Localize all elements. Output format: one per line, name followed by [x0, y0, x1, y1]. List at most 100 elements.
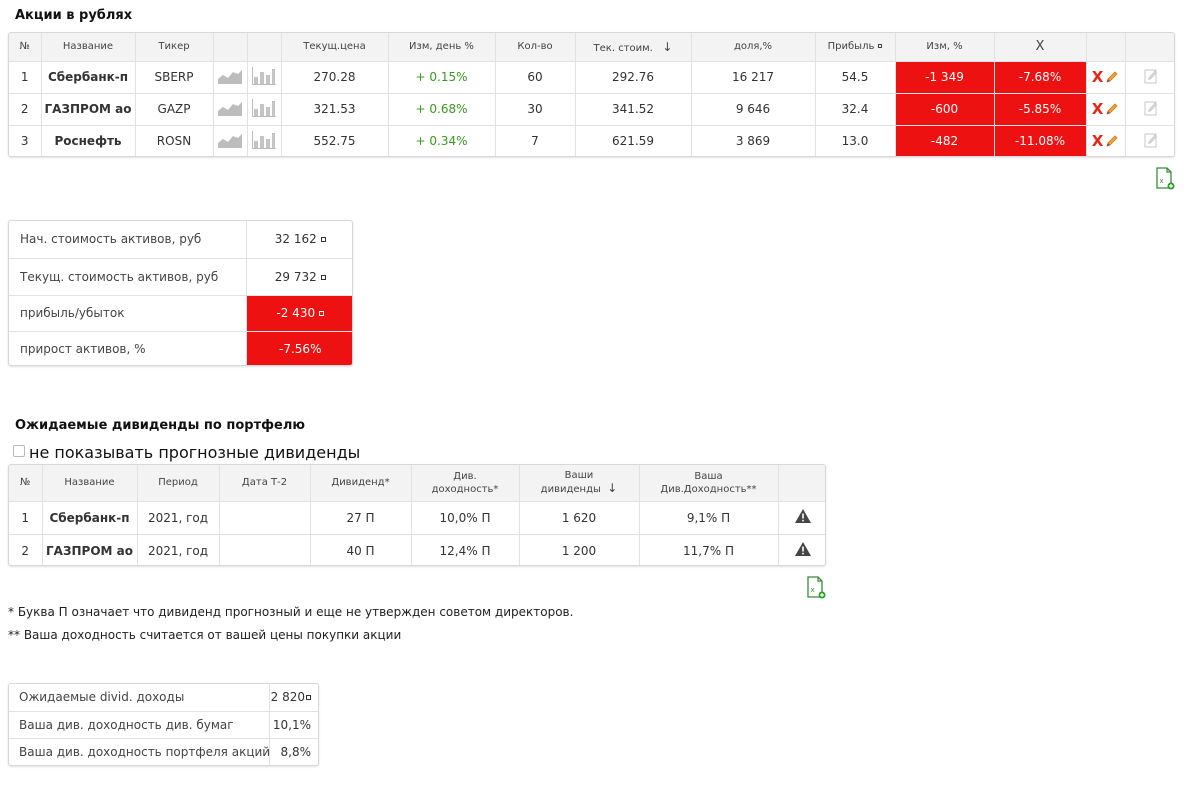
delete-button[interactable]: X [1092, 100, 1104, 118]
stock-name[interactable]: Роснефть [40, 124, 136, 156]
stock-change-day: + 0.68% [387, 92, 496, 126]
div-header-dividend[interactable]: Дивиденд* [309, 465, 412, 502]
bar-chart-icon[interactable] [246, 61, 282, 94]
excel-export-icon[interactable]: x [806, 576, 826, 599]
stock-profit: -600 [894, 92, 995, 126]
div-summary-label: Ваша див. доходность портфеля акций [9, 737, 270, 765]
stocks-table-panel: № Название Тикер Текущ.цена Изм, день % … [8, 32, 1175, 157]
warning-icon[interactable] [777, 533, 825, 565]
div-num: 1 [9, 501, 43, 535]
stock-change: -5.85% [993, 92, 1087, 126]
div-header-yield-2: доходность* [431, 483, 499, 495]
div-summary-value: 8,8% [268, 737, 318, 765]
ruble-icon [319, 311, 325, 316]
div-name[interactable]: Сбербанк-п [41, 501, 138, 535]
header-profit-label: Прибыль [827, 41, 875, 53]
dividend-row: 1 Сбербанк-п 2021, год 27 П 10,0% П1 620 9,1%… [9, 501, 825, 535]
stock-change: -11.08% [993, 124, 1087, 156]
stock-ticker[interactable]: ROSN [134, 124, 214, 156]
footnote-yield: ** Ваша доходность считается от вашей це… [8, 628, 402, 642]
div-header-your[interactable]: Ваши дивиденды ↓ [518, 465, 640, 502]
summary-label: прибыль/убыток [9, 294, 247, 332]
hide-forecast-checkbox[interactable] [13, 445, 25, 457]
excel-export-icon[interactable]: x [1155, 167, 1175, 190]
header-profit[interactable]: Прибыль [814, 33, 896, 62]
header-name[interactable]: Название [40, 33, 136, 62]
stock-ticker[interactable]: GAZP [134, 92, 214, 126]
stock-name[interactable]: Сбербанк-п [40, 61, 136, 94]
div-summary-value-text: 10,1% [272, 717, 311, 732]
div-header-blank [777, 465, 825, 502]
header-x: X [993, 33, 1087, 62]
header-qty[interactable]: Кол-во [494, 33, 576, 62]
div-header-yield-1: Див. [453, 470, 477, 482]
area-chart-icon[interactable] [212, 124, 248, 156]
delete-button[interactable]: X [1092, 68, 1104, 86]
summary-value-text: 29 732 [274, 269, 317, 284]
header-change-day[interactable]: Изм, день % [387, 33, 496, 62]
stock-profit: -482 [894, 124, 995, 156]
bar-chart-icon[interactable] [246, 124, 282, 156]
note-icon[interactable] [1124, 61, 1174, 94]
summary-panel: Нач. стоимость активов, руб 32 162 Текущ. … [8, 220, 353, 366]
header-chart1 [212, 33, 248, 62]
dividend-row: 2 ГАЗПРОМ ао 2021, год 40 П 12,4% П1 200 11,7… [9, 533, 825, 565]
div-dividend: 27 П [309, 501, 412, 535]
div-header-date[interactable]: Дата Т-2 [218, 465, 311, 502]
warning-icon[interactable] [777, 501, 825, 535]
stock-num: 3 [9, 124, 42, 156]
div-header-your-yield[interactable]: Ваша Див.Доходность** [638, 465, 779, 502]
stock-row: 1 Сбербанк-п SBERP 270.28 + 0.15% 60 292.76 16 … [9, 61, 1174, 94]
ruble-icon [878, 44, 883, 49]
div-summary-value: 2 820 [268, 684, 318, 712]
header-chart2 [246, 33, 282, 62]
header-value[interactable]: Тек. стоим. ↓ [574, 33, 692, 62]
div-summary-row: Ваша див. доходность портфеля акций 8,8% [9, 737, 318, 765]
div-summary-table: Ожидаемые divid. доходы 2 820 Ваша див. до… [9, 684, 318, 765]
delete-button[interactable]: X [1092, 132, 1104, 150]
note-icon[interactable] [1124, 124, 1174, 156]
div-summary-panel: Ожидаемые divid. доходы 2 820 Ваша див. до… [8, 683, 319, 766]
stock-buy-price: 292.76 [574, 61, 692, 94]
summary-row: прибыль/убыток -2 430 [9, 294, 352, 332]
div-summary-value-text: 2 820 [270, 690, 305, 705]
pencil-icon[interactable] [1105, 134, 1119, 151]
div-header-name[interactable]: Название [41, 465, 138, 502]
div-yield: 10,0% П [410, 501, 520, 535]
div-name[interactable]: ГАЗПРОМ ао [41, 533, 138, 565]
div-header-period[interactable]: Период [136, 465, 220, 502]
pencil-icon[interactable] [1105, 70, 1119, 87]
div-summary-row: Ожидаемые divid. доходы 2 820 [9, 684, 318, 712]
bar-chart-icon[interactable] [246, 92, 282, 126]
div-summary-value: 10,1% [268, 710, 318, 739]
dividends-table: № Название Период Дата Т-2 Дивиденд* Див… [9, 465, 825, 565]
summary-value: -7.56% [245, 330, 352, 365]
stock-change-day: + 0.15% [387, 61, 496, 94]
div-summary-label: Ожидаемые divid. доходы [9, 684, 270, 712]
summary-value-text: 32 162 [274, 232, 317, 247]
summary-row: прирост активов, % -7.56% [9, 330, 352, 365]
header-share[interactable]: доля,% [690, 33, 816, 62]
note-icon[interactable] [1124, 92, 1174, 126]
stock-share: 54.5 [814, 61, 896, 94]
stock-actions: X [1085, 61, 1126, 94]
sort-down-icon: ↓ [607, 481, 618, 496]
div-header-yield[interactable]: Див. доходность* [410, 465, 520, 502]
hide-forecast-label[interactable]: не показывать прогнозные дивиденды [29, 443, 360, 462]
ruble-icon [320, 274, 326, 280]
div-summary-value-text: 8,8% [280, 744, 312, 759]
header-price[interactable]: Текущ.цена [280, 33, 389, 62]
header-change[interactable]: Изм, % [894, 33, 995, 62]
header-ticker[interactable]: Тикер [134, 33, 214, 62]
div-your: 1 200 [518, 533, 640, 565]
stock-name[interactable]: ГАЗПРОМ ао [40, 92, 136, 126]
ruble-icon [306, 695, 311, 701]
stock-buy-price: 341.52 [574, 92, 692, 126]
stock-ticker[interactable]: SBERP [134, 61, 214, 94]
pencil-icon[interactable] [1105, 102, 1119, 119]
ruble-icon [320, 237, 326, 243]
summary-label: прирост активов, % [9, 330, 247, 365]
area-chart-icon[interactable] [212, 61, 248, 94]
stock-buy-price: 621.59 [574, 124, 692, 156]
area-chart-icon[interactable] [212, 92, 248, 126]
